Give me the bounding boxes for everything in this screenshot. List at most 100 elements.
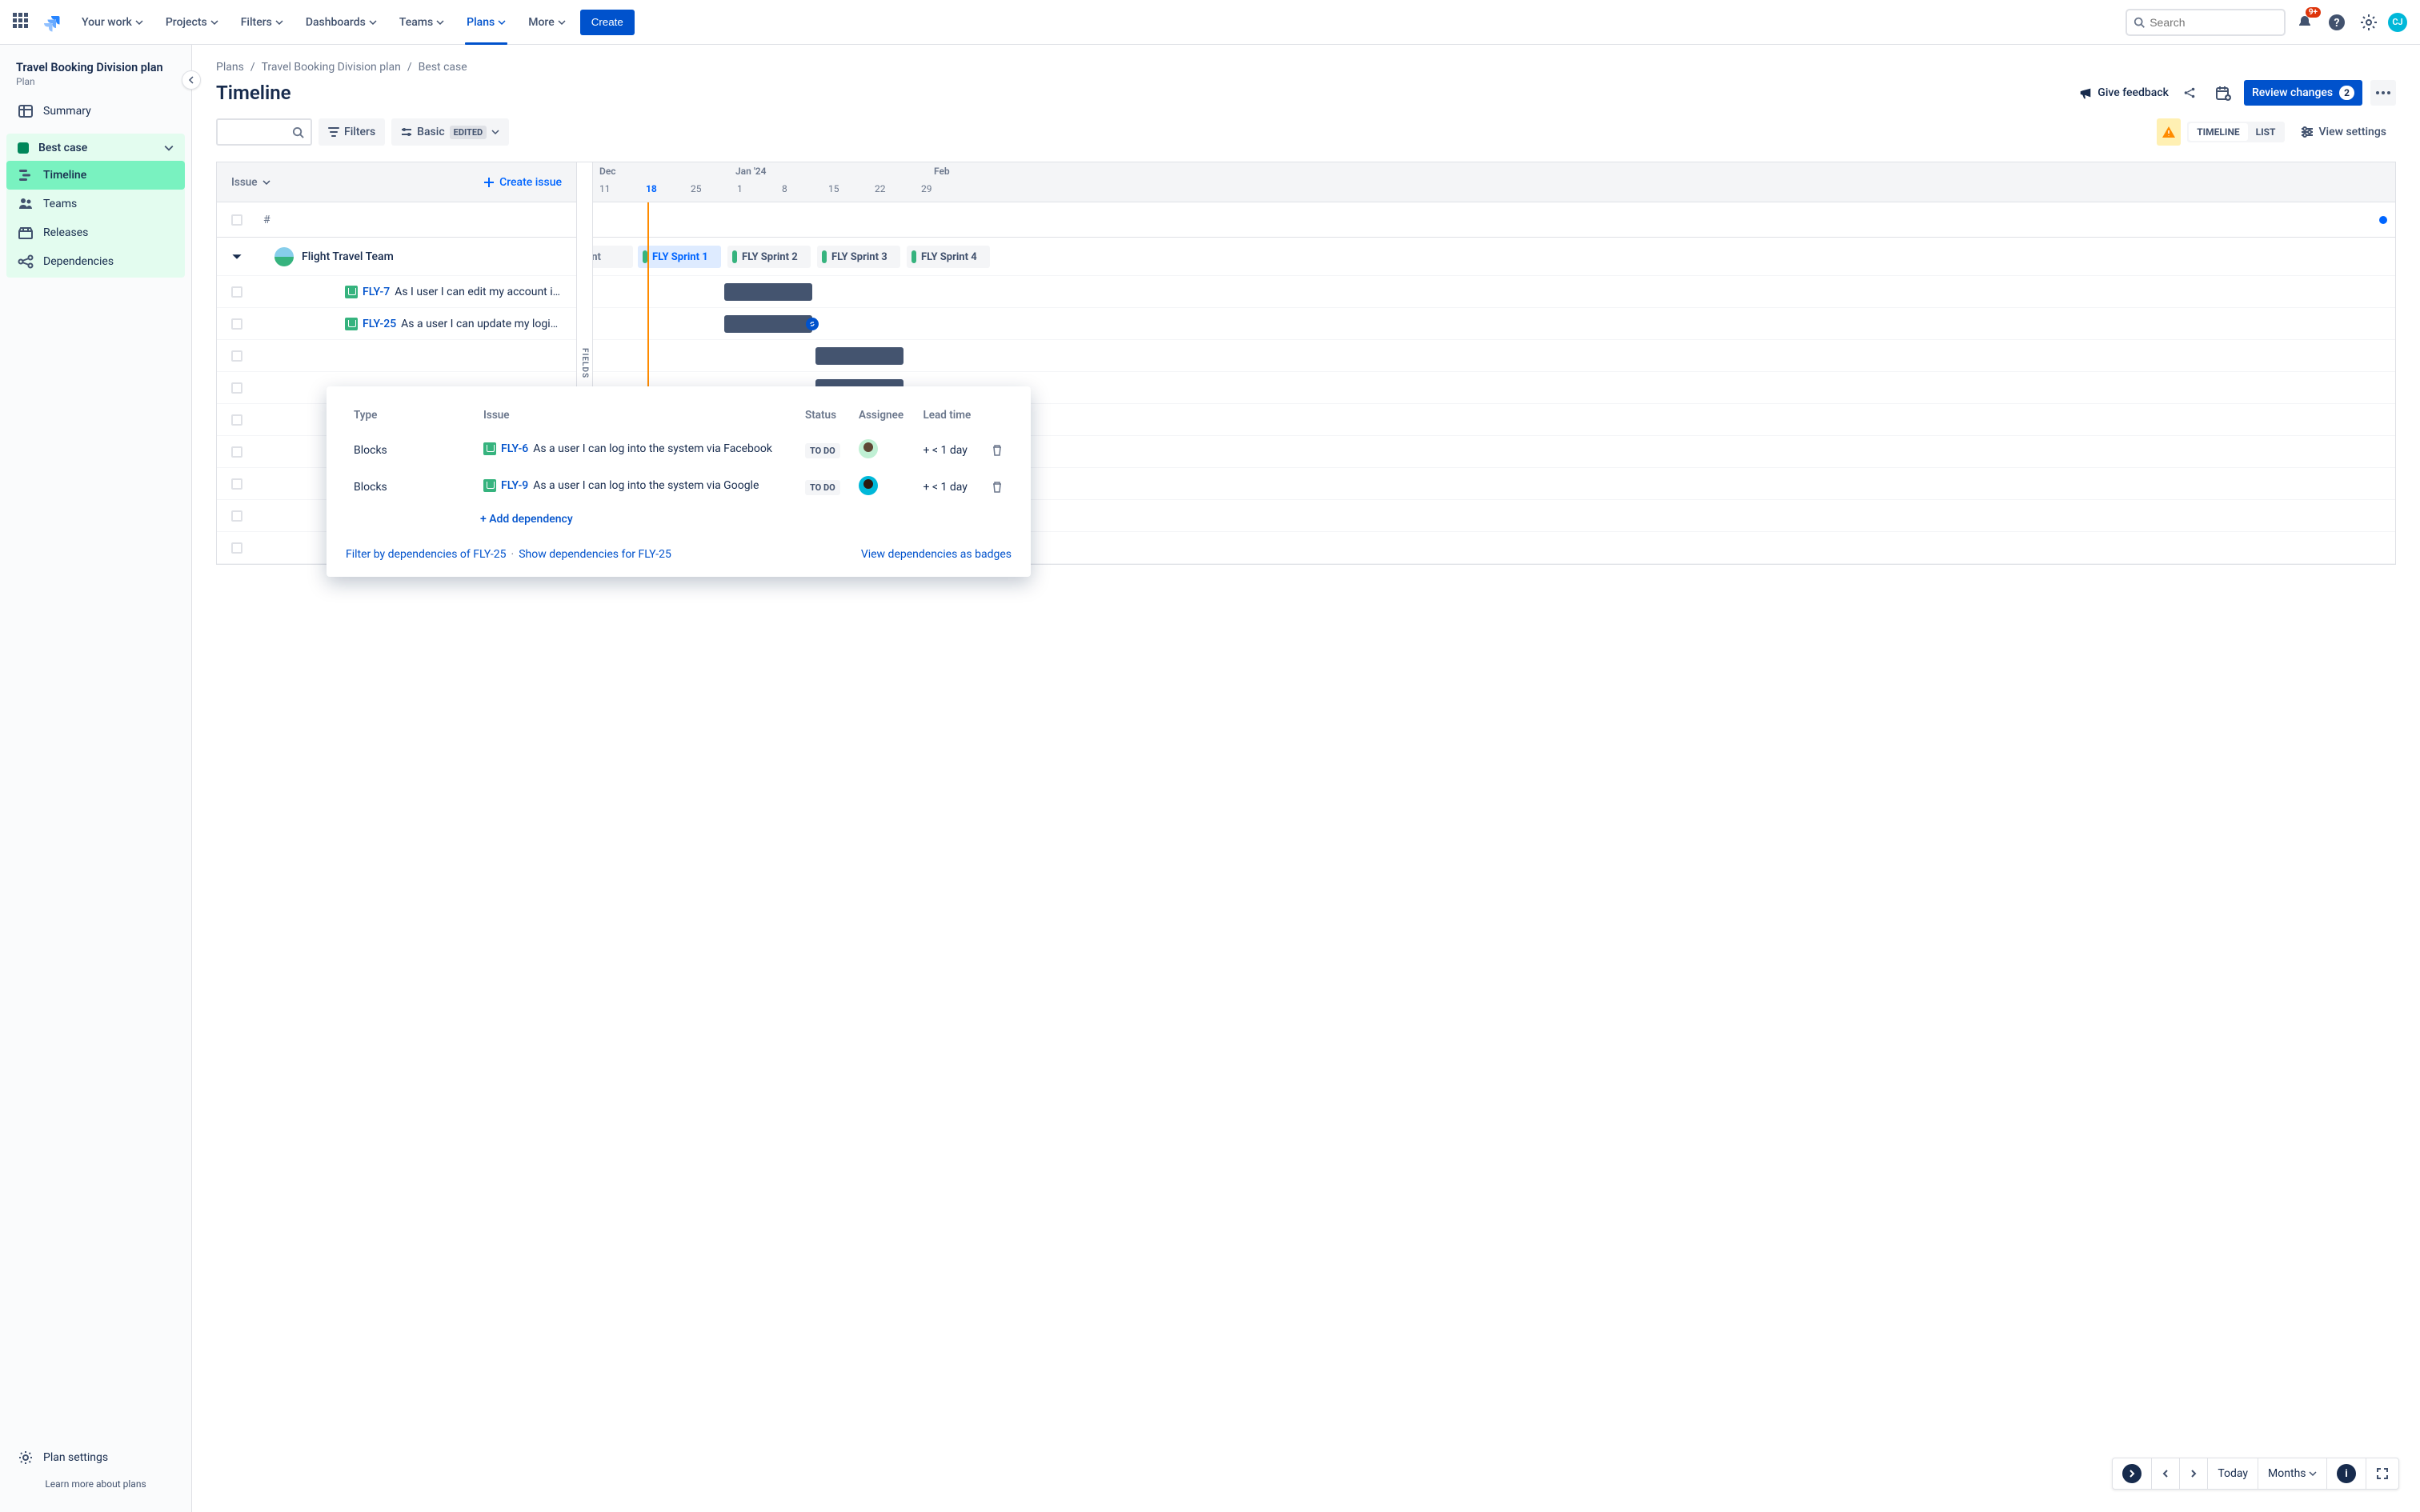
checkbox[interactable] [231,414,242,426]
sprint-pill[interactable]: rint [593,246,633,268]
sidebar-releases[interactable]: Releases [6,218,185,247]
checkbox[interactable] [231,542,242,554]
assignee-avatar[interactable] [859,439,878,458]
scale-selector[interactable]: Months [2258,1458,2327,1490]
issue-key-link[interactable]: FLY-25 [363,318,396,330]
nav-more[interactable]: More [520,10,574,35]
fullscreen-button[interactable] [2366,1458,2398,1490]
milestone-marker[interactable] [2379,216,2387,224]
issue-key-link[interactable]: FLY-6 [501,442,528,455]
top-nav: Your work Projects Filters Dashboards Te… [0,0,2420,45]
edited-badge: EDITED [450,126,487,139]
info-button[interactable]: i [2327,1458,2366,1490]
link-badge-icon[interactable] [806,318,819,330]
nav-projects[interactable]: Projects [158,10,226,35]
sliders-icon [2301,126,2314,138]
create-button[interactable]: Create [580,10,635,35]
issue-summary: As a user I can log into the system via … [533,479,759,492]
give-feedback-button[interactable]: Give feedback [2078,86,2169,100]
nav-dashboards[interactable]: Dashboards [298,10,385,35]
view-settings-button[interactable]: View settings [2291,118,2396,146]
checkbox[interactable] [231,286,242,298]
calendar-add-button[interactable] [2210,80,2236,106]
checkbox[interactable] [231,510,242,522]
help-icon[interactable]: ? [2324,10,2350,35]
scroll-right-button[interactable] [2180,1458,2208,1490]
plus-icon [483,177,495,188]
create-issue-button[interactable]: Create issue [483,176,562,189]
gantt-bar[interactable] [724,283,812,301]
timeline-row [593,276,2395,308]
jira-logo-icon[interactable] [42,13,61,32]
sidebar-timeline[interactable]: Timeline [6,161,185,190]
nav-filters[interactable]: Filters [233,10,291,35]
nav-your-work[interactable]: Your work [74,10,151,35]
view-list-option[interactable]: LIST [2248,123,2284,141]
today-button[interactable]: Today [2208,1458,2258,1490]
basic-filter-button[interactable]: Basic EDITED [391,118,509,146]
team-row[interactable]: Flight Travel Team [217,238,576,276]
issue-summary: As a user I can log into the system via … [533,442,772,455]
dependency-popup: Type Issue Status Assignee Lead time Blo… [327,386,1031,577]
issue-key-link[interactable]: FLY-7 [363,286,390,298]
filters-button[interactable]: Filters [319,118,385,146]
main-content: Plans/ Travel Booking Division plan/ Bes… [192,45,2420,1512]
day-label: 29 [915,182,939,196]
team-name: Flight Travel Team [302,250,394,263]
sidebar-dependencies[interactable]: Dependencies [6,247,185,276]
toolbar: Filters Basic EDITED TIMELINE LIST View … [216,118,2396,146]
assignee-avatar[interactable] [859,476,878,495]
more-actions-button[interactable] [2370,80,2396,106]
show-deps-link[interactable]: Show dependencies for FLY-25 [519,548,671,561]
sprint-pill[interactable]: FLY Sprint 2 [727,246,811,268]
checkbox[interactable] [231,350,242,362]
timeline-row: rint FLY Sprint 1 FLY Sprint 2 FLY Sprin… [593,238,2395,276]
month-label: Dec [593,162,729,182]
sidebar-plan-settings[interactable]: Plan settings [6,1443,185,1472]
gantt-bar[interactable] [724,315,812,333]
trash-icon[interactable] [991,444,1004,457]
day-label: 8 [775,182,794,196]
checkbox[interactable] [231,214,242,226]
scroll-left-button[interactable] [2152,1458,2180,1490]
user-avatar[interactable]: CJ [2388,13,2407,32]
checkbox[interactable] [231,446,242,458]
sprint-pill[interactable]: FLY Sprint 4 [907,246,990,268]
breadcrumb-scenario[interactable]: Best case [419,61,467,74]
issue-column-header[interactable]: Issue [231,176,270,189]
issue-key-link[interactable]: FLY-9 [501,479,528,492]
breadcrumb-plans[interactable]: Plans [216,61,244,74]
checkbox[interactable] [231,382,242,394]
search-input[interactable] [2126,9,2286,36]
checkbox[interactable] [231,478,242,490]
share-button[interactable] [2177,80,2202,106]
review-changes-button[interactable]: Review changes 2 [2244,80,2362,106]
checkbox[interactable] [231,318,242,330]
issue-search-input[interactable] [216,118,312,146]
warning-icon[interactable] [2157,118,2181,146]
status-pill: TO DO [805,480,840,495]
view-as-badges-link[interactable]: View dependencies as badges [861,548,1012,561]
gantt-bar[interactable] [815,347,903,365]
learn-more-link[interactable]: Learn more about plans [6,1472,185,1496]
nav-plans[interactable]: Plans [459,10,514,35]
sidebar-teams[interactable]: Teams [6,190,185,218]
sprint-pill[interactable]: FLY Sprint 1 [638,246,721,268]
day-label: 22 [868,182,892,196]
sidebar-scenario[interactable]: Best case [6,135,185,161]
view-timeline-option[interactable]: TIMELINE [2189,123,2247,141]
dep-type: Blocks [347,433,475,468]
trash-icon[interactable] [991,481,1004,494]
sidebar-summary[interactable]: Summary [6,97,185,126]
sprint-pill[interactable]: FLY Sprint 3 [817,246,900,268]
story-icon [345,286,358,298]
notifications-icon[interactable]: 9+ [2292,10,2318,35]
settings-icon[interactable] [2356,10,2382,35]
timeline-icon [18,167,34,183]
scroll-left-fast-button[interactable] [2113,1458,2152,1490]
add-dependency-button[interactable]: + Add dependency [474,506,1012,532]
app-switcher-icon[interactable] [13,13,32,32]
filter-by-deps-link[interactable]: Filter by dependencies of FLY-25 [346,548,507,561]
breadcrumb-plan[interactable]: Travel Booking Division plan [262,61,401,74]
nav-teams[interactable]: Teams [391,10,452,35]
